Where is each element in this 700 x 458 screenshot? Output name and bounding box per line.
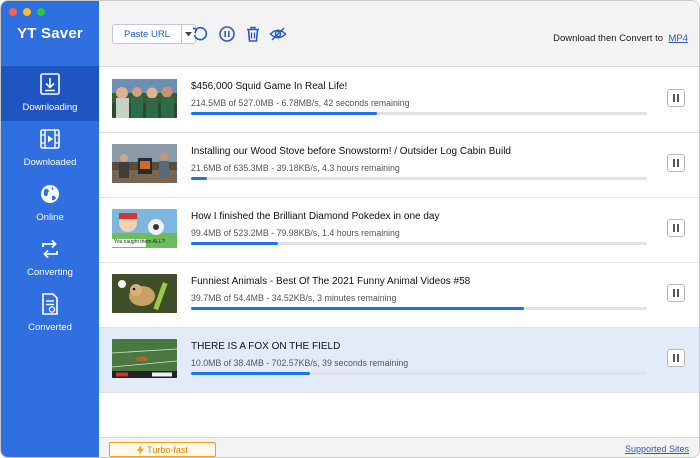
- progress-bar: [191, 372, 647, 375]
- pause-button[interactable]: [667, 284, 685, 302]
- download-title: Installing our Wood Stove before Snowsto…: [191, 146, 511, 157]
- download-row[interactable]: Funniest Animals - Best Of The 2021 Funn…: [99, 263, 699, 328]
- pause-button[interactable]: [667, 219, 685, 237]
- download-title: How I finished the Brilliant Diamond Pok…: [191, 211, 440, 222]
- pause-all-icon[interactable]: [218, 25, 236, 43]
- download-status: 21.6MB of 635.3MB - 39.18KB/s, 4.3 hours…: [191, 163, 400, 173]
- sidebar-item-label: Converted: [28, 322, 72, 333]
- download-status: 214.5MB of 527.0MB - 6.78MB/s, 42 second…: [191, 98, 410, 108]
- progress-fill: [191, 177, 207, 180]
- progress-fill: [191, 112, 377, 115]
- sidebar-item-label: Online: [36, 212, 64, 223]
- status-footer: Turbo-fast Supported Sites: [99, 437, 699, 457]
- sidebar-item-online[interactable]: Online: [1, 176, 99, 231]
- app-title: YT Saver: [17, 25, 83, 42]
- close-window-button[interactable]: [9, 8, 17, 16]
- download-title: $456,000 Squid Game In Real Life!: [191, 81, 348, 92]
- convert-arrows-icon: [42, 239, 58, 259]
- progress-bar: [191, 307, 647, 310]
- progress-bar: [191, 242, 647, 245]
- download-icon: [40, 73, 60, 95]
- download-row[interactable]: You caught them ALL?! How I finished the…: [99, 198, 699, 263]
- video-thumbnail: You caught them ALL?!: [112, 209, 177, 248]
- download-row[interactable]: $456,000 Squid Game In Real Life! 214.5M…: [99, 68, 699, 133]
- thumbnail-caption: You caught them ALL?!: [114, 239, 166, 245]
- download-title: Funniest Animals - Best Of The 2021 Funn…: [191, 276, 471, 287]
- turbo-fast-button[interactable]: Turbo-fast: [109, 442, 216, 457]
- window-controls: [9, 8, 45, 16]
- video-thumbnail: [112, 144, 177, 183]
- zoom-window-button[interactable]: [37, 8, 45, 16]
- download-status: 99.4MB of 523.2MB - 79.98KB/s, 1.4 hours…: [191, 228, 400, 238]
- video-thumbnail: [112, 79, 177, 118]
- toolbar: Paste URL Download then Convert to MP4: [99, 1, 699, 67]
- video-thumbnail: [112, 339, 177, 378]
- download-status: 39.7MB of 54.4MB - 34.52KB/s, 3 minutes …: [191, 293, 397, 303]
- progress-fill: [191, 307, 524, 310]
- film-icon: [40, 129, 60, 149]
- supported-sites-link[interactable]: Supported Sites: [625, 444, 689, 454]
- pause-button[interactable]: [667, 154, 685, 172]
- progress-bar: [191, 112, 647, 115]
- progress-bar: [191, 177, 647, 180]
- video-thumbnail: [112, 274, 177, 313]
- turbo-fast-label: Turbo-fast: [147, 444, 188, 455]
- sidebar-item-downloaded[interactable]: Downloaded: [1, 121, 99, 176]
- app-window: YT Saver Downloading Downloaded Online C…: [0, 0, 700, 458]
- sidebar-item-label: Converting: [27, 267, 73, 278]
- trash-icon[interactable]: [244, 25, 262, 43]
- hide-icon[interactable]: [269, 25, 287, 43]
- sidebar-item-converting[interactable]: Converting: [1, 231, 99, 286]
- download-title: THERE IS A FOX ON THE FIELD: [191, 341, 341, 352]
- lightning-icon: [137, 444, 145, 455]
- pause-button[interactable]: [667, 349, 685, 367]
- sidebar-item-downloading[interactable]: Downloading: [1, 66, 99, 121]
- convert-label: Download then Convert to: [553, 33, 663, 44]
- progress-fill: [191, 242, 278, 245]
- download-row[interactable]: THERE IS A FOX ON THE FIELD 10.0MB of 38…: [99, 328, 699, 393]
- sidebar: YT Saver Downloading Downloaded Online C…: [1, 1, 99, 457]
- globe-icon: [41, 185, 59, 203]
- progress-fill: [191, 372, 310, 375]
- pause-button[interactable]: [667, 89, 685, 107]
- minimize-window-button[interactable]: [23, 8, 31, 16]
- refresh-icon[interactable]: [191, 25, 209, 43]
- sidebar-item-converted[interactable]: Converted: [1, 286, 99, 341]
- sidebar-item-label: Downloading: [22, 102, 78, 113]
- convert-format-link[interactable]: MP4: [668, 33, 688, 44]
- sidebar-item-label: Downloaded: [23, 157, 77, 168]
- download-status: 10.0MB of 38.4MB - 702.57KB/s, 39 second…: [191, 358, 409, 368]
- converted-file-icon: [42, 293, 58, 315]
- download-row[interactable]: Installing our Wood Stove before Snowsto…: [99, 133, 699, 198]
- paste-url-button[interactable]: Paste URL: [112, 24, 182, 44]
